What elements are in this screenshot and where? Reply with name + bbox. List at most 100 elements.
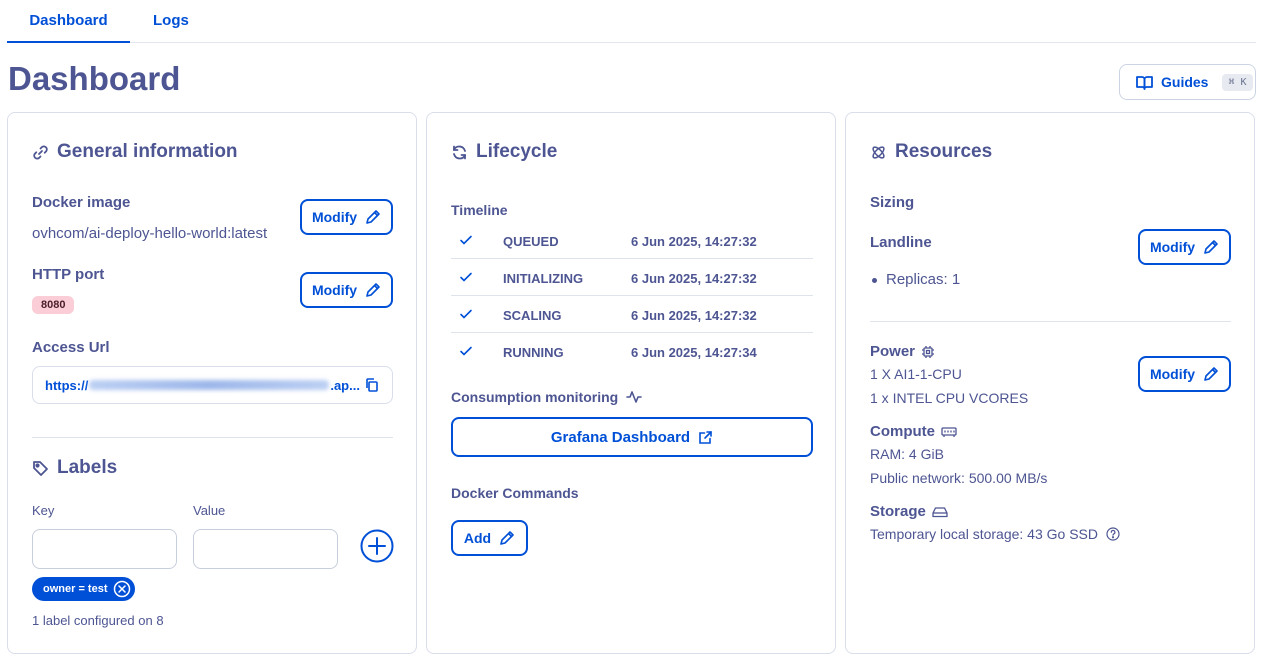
resources-card: Resources Sizing Landline Replicas: 1 Mo… — [845, 112, 1255, 654]
cpu-icon — [922, 345, 935, 358]
consumption-monitoring-label: Consumption monitoring — [451, 389, 619, 405]
timeline-status: INITIALIZING — [503, 271, 584, 286]
timeline-date: 6 Jun 2025, 14:27:32 — [631, 271, 757, 286]
close-icon[interactable] — [113, 580, 131, 598]
memory-icon — [941, 426, 957, 437]
power-title: Power — [870, 343, 935, 360]
storage-title: Storage — [870, 503, 948, 520]
lifecycle-title: Lifecycle — [451, 141, 557, 163]
refresh-icon — [453, 145, 466, 159]
label-key-input[interactable] — [32, 529, 177, 569]
atom-icon — [872, 145, 885, 159]
blurred-url-segment — [89, 380, 330, 390]
access-url-label: Access Url — [32, 339, 110, 356]
resources-title: Resources — [870, 141, 992, 163]
general-information-card: General information Docker image ovhcom/… — [7, 112, 417, 654]
timeline-date: 6 Jun 2025, 14:27:32 — [631, 308, 757, 323]
tab-logs[interactable]: Logs — [153, 12, 189, 29]
section-divider — [870, 321, 1231, 322]
replicas-item: Replicas: 1 — [871, 271, 961, 288]
timeline-date: 6 Jun 2025, 14:27:34 — [631, 345, 757, 360]
storage-value: Temporary local storage: 43 Go SSD — [870, 526, 1098, 542]
pencil-icon — [1204, 367, 1218, 381]
modify-label: Modify — [311, 282, 358, 298]
docker-image-value: ovhcom/ai-deploy-hello-world:latest — [32, 225, 268, 242]
timeline-row: INITIALIZING 6 Jun 2025, 14:27:32 — [451, 259, 813, 296]
external-link-icon — [699, 430, 712, 444]
labels-title: Labels — [32, 457, 117, 479]
grafana-dashboard-label: Grafana Dashboard — [550, 428, 691, 446]
help-icon[interactable] — [1106, 527, 1120, 541]
docker-commands-label: Docker Commands — [451, 485, 579, 501]
power-line-2: 1 x INTEL CPU VCORES — [870, 390, 1029, 406]
link-icon — [33, 145, 48, 159]
check-icon — [460, 346, 472, 356]
timeline-status: SCALING — [503, 308, 562, 323]
book-icon — [1136, 75, 1153, 90]
timeline-date: 6 Jun 2025, 14:27:32 — [631, 234, 757, 249]
timeline-status: RUNNING — [503, 345, 564, 360]
sizing-label: Sizing — [870, 194, 915, 211]
modify-label: Modify — [311, 209, 358, 225]
activity-icon — [626, 391, 643, 403]
landline-label: Landline — [870, 234, 932, 251]
guides-button[interactable]: Guides ⌘ K — [1119, 64, 1256, 100]
tag-icon — [33, 460, 48, 476]
check-icon — [460, 235, 472, 245]
label-chip: owner = test — [32, 577, 135, 601]
general-information-heading: General information — [57, 141, 238, 162]
section-divider — [32, 437, 393, 438]
access-url-prefix: https:// — [45, 377, 89, 393]
lifecycle-heading: Lifecycle — [476, 141, 558, 162]
docker-image-label: Docker image — [32, 194, 131, 211]
label-count-text: 1 label configured on 8 — [32, 613, 164, 628]
grafana-dashboard-button[interactable]: Grafana Dashboard — [451, 417, 813, 457]
check-icon — [460, 272, 472, 282]
modify-http-port-button[interactable]: Modify — [300, 272, 393, 308]
pencil-icon — [500, 531, 514, 545]
compute-label: Compute — [870, 423, 935, 440]
lifecycle-card: Lifecycle Timeline QUEUED 6 Jun 2025, 14… — [426, 112, 836, 654]
modify-label: Modify — [1149, 366, 1196, 382]
page-title: Dashboard — [8, 60, 181, 97]
add-label-button[interactable] — [360, 529, 394, 563]
modify-power-button[interactable]: Modify — [1138, 356, 1231, 392]
http-port-badge: 8080 — [32, 296, 75, 314]
consumption-monitoring-title: Consumption monitoring — [451, 389, 643, 405]
add-label: Add — [463, 530, 492, 546]
pencil-icon — [366, 283, 380, 297]
modify-sizing-button[interactable]: Modify — [1138, 229, 1231, 265]
http-port-label: HTTP port — [32, 266, 105, 283]
network-value: Public network: 500.00 MB/s — [870, 470, 1048, 486]
timeline-row: RUNNING 6 Jun 2025, 14:27:34 — [451, 333, 813, 370]
timeline-row: QUEUED 6 Jun 2025, 14:27:32 — [451, 222, 813, 259]
copy-icon[interactable] — [364, 377, 380, 393]
check-icon — [460, 309, 472, 319]
modify-label: Modify — [1149, 239, 1196, 255]
pencil-icon — [366, 210, 380, 224]
add-docker-command-button[interactable]: Add — [451, 520, 528, 556]
key-label: Key — [32, 503, 55, 518]
timeline-status: QUEUED — [503, 234, 559, 249]
pencil-icon — [1204, 240, 1218, 254]
value-label: Value — [193, 503, 226, 518]
access-url-suffix: .ap... — [330, 377, 360, 393]
hard-drive-icon — [932, 506, 948, 517]
shortcut-badge: ⌘ K — [1222, 73, 1253, 91]
compute-title: Compute — [870, 423, 957, 440]
tab-bar: Dashboard Logs — [7, 0, 1256, 43]
power-line-1: 1 X AI1-1-CPU — [870, 366, 962, 382]
storage-row: Temporary local storage: 43 Go SSD — [870, 526, 1120, 542]
labels-heading: Labels — [57, 457, 118, 478]
general-information-title: General information — [32, 141, 238, 163]
guides-label: Guides — [1161, 74, 1209, 90]
tab-dashboard[interactable]: Dashboard — [7, 12, 130, 43]
access-url-field[interactable]: https:// .ap... — [32, 366, 393, 404]
label-chip-text: owner = test — [43, 583, 108, 595]
label-value-input[interactable] — [193, 529, 338, 569]
timeline-label: Timeline — [451, 202, 508, 218]
resources-heading: Resources — [895, 141, 993, 162]
modify-docker-image-button[interactable]: Modify — [300, 199, 393, 235]
power-label: Power — [870, 343, 916, 360]
timeline-row: SCALING 6 Jun 2025, 14:27:32 — [451, 296, 813, 333]
